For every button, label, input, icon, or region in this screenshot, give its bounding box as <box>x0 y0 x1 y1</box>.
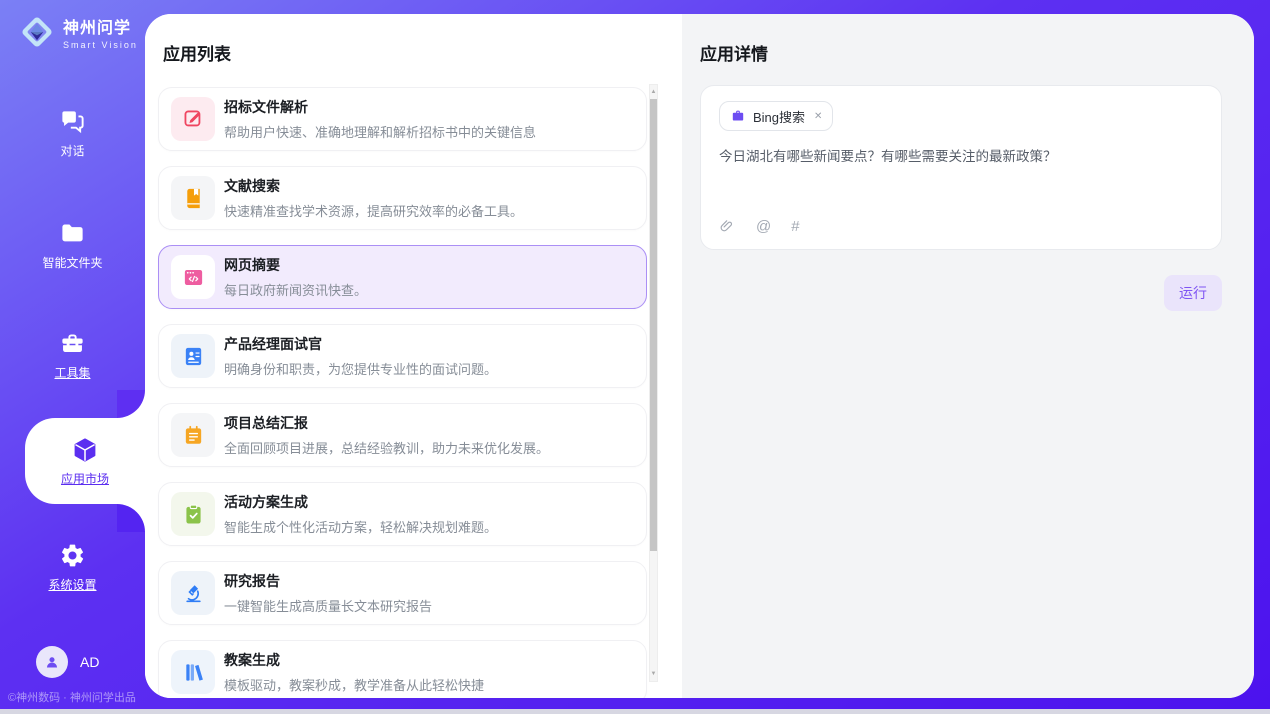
app-card-title: 项目总结汇报 <box>224 413 549 433</box>
app-list-title: 应用列表 <box>163 40 682 65</box>
app-card[interactable]: 项目总结汇报 全面回顾项目进展，总结经验教训，助力未来优化发展。 <box>158 403 647 467</box>
app-card-title: 产品经理面试官 <box>224 334 497 354</box>
interview-icon <box>171 334 215 378</box>
app-card-title: 网页摘要 <box>224 255 367 275</box>
app-logo: 神州问学 Smart Vision <box>18 13 138 51</box>
scrollbar-thumb[interactable] <box>650 99 657 551</box>
tool-tag-label: Bing搜索 <box>753 107 805 126</box>
scrollbar[interactable]: ▲ ▼ <box>649 84 658 682</box>
query-text[interactable]: 今日湖北有哪些新闻要点？有哪些需要关注的最新政策？ <box>719 147 1203 218</box>
web-code-icon <box>171 255 215 299</box>
sidebar-item-settings[interactable]: 系统设置 <box>0 542 145 593</box>
app-list-pane: 应用列表 招标文件解析 帮助用户快速、准确地理解和解析招标书中的关键信息 文献搜… <box>145 14 682 698</box>
books-icon <box>171 650 215 694</box>
edit-document-icon <box>171 97 215 141</box>
app-detail-title: 应用详情 <box>700 40 1222 65</box>
sidebar-item-app-market[interactable]: 应用市场 <box>25 418 145 504</box>
attachment-toolbar: @ # <box>719 218 1203 235</box>
desktop-edge-strip <box>0 709 1270 714</box>
query-input-card[interactable]: Bing搜索 ✕ 今日湖北有哪些新闻要点？有哪些需要关注的最新政策？ @ # <box>700 85 1222 250</box>
sidebar: 神州问学 Smart Vision 对话 智能文件夹 工具集 <box>0 0 145 714</box>
sidebar-item-chat[interactable]: 对话 <box>0 108 145 159</box>
app-card-desc: 快速精准查找学术资源，提高研究效率的必备工具。 <box>224 201 523 220</box>
bubble-notch-bottom <box>117 504 145 532</box>
app-card[interactable]: 研究报告 一键智能生成高质量长文本研究报告 <box>158 561 647 625</box>
app-card-desc: 明确身份和职责，为您提供专业性的面试问题。 <box>224 359 497 378</box>
app-card-text: 研究报告 一键智能生成高质量长文本研究报告 <box>224 571 432 615</box>
app-card-title: 教案生成 <box>224 650 484 670</box>
paperclip-icon[interactable] <box>719 218 736 235</box>
gear-icon <box>59 542 86 569</box>
app-card-title: 研究报告 <box>224 571 432 591</box>
brand-diamond-icon <box>18 13 56 51</box>
app-card[interactable]: 招标文件解析 帮助用户快速、准确地理解和解析招标书中的关键信息 <box>158 87 647 151</box>
app-card[interactable]: 文献搜索 快速精准查找学术资源，提高研究效率的必备工具。 <box>158 166 647 230</box>
user-account[interactable]: AD <box>36 646 99 678</box>
app-card-desc: 一键智能生成高质量长文本研究报告 <box>224 596 432 615</box>
clipboard-check-icon <box>171 492 215 536</box>
sidebar-item-smart-folder[interactable]: 智能文件夹 <box>0 220 145 271</box>
copyright-text: ©神州数码 · 神州问学出品 <box>8 689 136 705</box>
app-card-title: 文献搜索 <box>224 176 523 196</box>
tool-tag-bing-search[interactable]: Bing搜索 ✕ <box>719 101 833 131</box>
app-card-text: 教案生成 模板驱动，教案秒成，教学准备从此轻松快捷 <box>224 650 484 694</box>
person-icon <box>43 653 61 671</box>
brand-name: 神州问学 <box>63 14 138 38</box>
report-note-icon <box>171 413 215 457</box>
toolbox-icon <box>59 330 86 357</box>
app-card[interactable]: 教案生成 模板驱动，教案秒成，教学准备从此轻松快捷 <box>158 640 647 698</box>
cube-icon <box>71 436 99 464</box>
app-card-title: 招标文件解析 <box>224 97 536 117</box>
close-icon[interactable]: ✕ <box>814 111 822 122</box>
app-card[interactable]: 产品经理面试官 明确身份和职责，为您提供专业性的面试问题。 <box>158 324 647 388</box>
app-card-text: 活动方案生成 智能生成个性化活动方案，轻松解决规划难题。 <box>224 492 497 536</box>
briefcase-icon <box>730 108 746 124</box>
app-card-text: 产品经理面试官 明确身份和职责，为您提供专业性的面试问题。 <box>224 334 497 378</box>
app-card-desc: 帮助用户快速、准确地理解和解析招标书中的关键信息 <box>224 122 536 141</box>
hash-icon[interactable]: # <box>791 218 799 235</box>
sidebar-item-label: 工具集 <box>54 364 90 381</box>
user-initials: AD <box>80 654 99 670</box>
scroll-down-icon[interactable]: ▼ <box>650 669 657 679</box>
run-button[interactable]: 运行 <box>1164 275 1222 311</box>
scroll-up-icon[interactable]: ▲ <box>650 87 657 97</box>
bubble-notch-top <box>117 390 145 418</box>
app-detail-pane: 应用详情 Bing搜索 ✕ 今日湖北有哪些新闻要点？有哪些需要关注的最新政策？ … <box>682 14 1254 698</box>
main-content: 应用列表 招标文件解析 帮助用户快速、准确地理解和解析招标书中的关键信息 文献搜… <box>145 14 1254 698</box>
research-icon <box>171 571 215 615</box>
app-card-desc: 每日政府新闻资讯快查。 <box>224 280 367 299</box>
app-card[interactable]: 活动方案生成 智能生成个性化活动方案，轻松解决规划难题。 <box>158 482 647 546</box>
app-card-list: 招标文件解析 帮助用户快速、准确地理解和解析招标书中的关键信息 文献搜索 快速精… <box>158 87 647 698</box>
sidebar-item-toolset[interactable]: 工具集 <box>0 330 145 381</box>
app-card[interactable]: 网页摘要 每日政府新闻资讯快查。 <box>158 245 647 309</box>
mention-icon[interactable]: @ <box>756 218 771 235</box>
sidebar-item-label: 系统设置 <box>48 576 96 593</box>
folder-icon <box>59 220 86 247</box>
app-card-desc: 全面回顾项目进展，总结经验教训，助力未来优化发展。 <box>224 438 549 457</box>
sidebar-item-label: 智能文件夹 <box>42 254 102 271</box>
app-card-title: 活动方案生成 <box>224 492 497 512</box>
app-card-text: 网页摘要 每日政府新闻资讯快查。 <box>224 255 367 299</box>
app-card-text: 项目总结汇报 全面回顾项目进展，总结经验教训，助力未来优化发展。 <box>224 413 549 457</box>
app-card-text: 招标文件解析 帮助用户快速、准确地理解和解析招标书中的关键信息 <box>224 97 536 141</box>
app-card-text: 文献搜索 快速精准查找学术资源，提高研究效率的必备工具。 <box>224 176 523 220</box>
app-card-desc: 模板驱动，教案秒成，教学准备从此轻松快捷 <box>224 675 484 694</box>
avatar <box>36 646 68 678</box>
sidebar-item-label: 对话 <box>60 142 84 159</box>
app-card-desc: 智能生成个性化活动方案，轻松解决规划难题。 <box>224 517 497 536</box>
sidebar-item-label: 应用市场 <box>61 470 109 487</box>
brand-tagline: Smart Vision <box>63 40 138 50</box>
book-icon <box>171 176 215 220</box>
chat-icon <box>59 108 86 135</box>
